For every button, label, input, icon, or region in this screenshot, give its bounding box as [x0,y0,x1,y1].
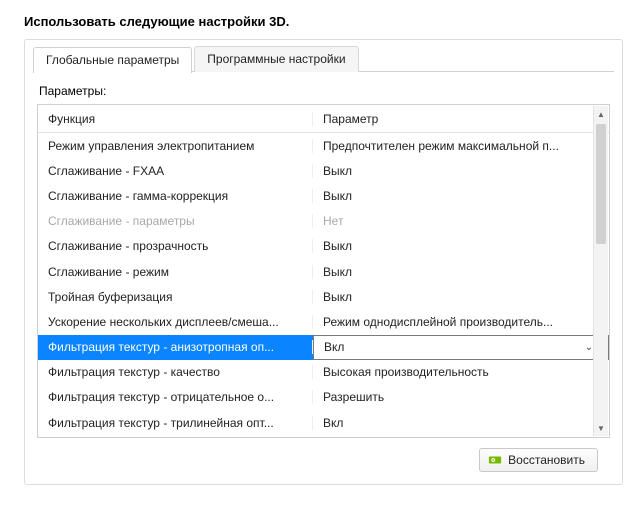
page-title: Использовать следующие настройки 3D. [0,0,643,39]
restore-button[interactable]: Восстановить [479,448,598,472]
setting-name: Сглаживание - параметры [38,214,313,228]
setting-name: Сглаживание - гамма-коррекция [38,189,313,203]
table-row[interactable]: Фильтрация текстур - трилинейная опт...В… [38,410,609,435]
setting-name: Сглаживание - прозрачность [38,239,313,253]
setting-value: Предпочтителен режим максимальной п... [313,139,609,153]
table-row[interactable]: Сглаживание - прозрачностьВыкл [38,234,609,259]
scroll-thumb[interactable] [596,124,606,244]
table-header: Функция Параметр [38,105,609,133]
scroll-up-button[interactable]: ▲ [594,106,608,122]
column-function[interactable]: Функция [38,112,313,126]
setting-value: Разрешить [313,390,609,404]
table-row[interactable]: Сглаживание - режимВыкл [38,259,609,284]
table-row[interactable]: Фильтрация текстур - отрицательное о...Р… [38,385,609,410]
setting-value: Нет [313,214,609,228]
parameters-label: Параметры: [39,84,610,98]
column-parameter[interactable]: Параметр [313,112,609,126]
footer: Восстановить [37,438,610,472]
table-row[interactable]: Сглаживание - параметрыНет [38,209,609,234]
table-row[interactable]: Фильтрация текстур - качествоВысокая про… [38,360,609,385]
tab-global[interactable]: Глобальные параметры [33,47,192,73]
restore-button-label: Восстановить [508,453,585,467]
nvidia-icon [488,453,502,467]
setting-value: Вкл [313,416,609,430]
setting-name: Фильтрация текстур - анизотропная оп... [38,340,313,354]
tab-program[interactable]: Программные настройки [194,46,358,72]
table-row[interactable]: Сглаживание - гамма-коррекцияВыкл [38,183,609,208]
setting-value-text: Вкл [324,340,344,354]
setting-value: Выкл [313,239,609,253]
scroll-down-button[interactable]: ▼ [594,420,608,436]
setting-name: Фильтрация текстур - качество [38,365,313,379]
vertical-scrollbar[interactable]: ▲ ▼ [593,106,608,436]
setting-value: Выкл [313,290,609,304]
table-row[interactable]: Ускорение нескольких дисплеев/смеша...Ре… [38,309,609,334]
setting-value: Выкл [313,164,609,178]
setting-name: Фильтрация текстур - трилинейная опт... [38,416,313,430]
table-row[interactable]: Режим управления электропитаниемПредпочт… [38,133,609,158]
setting-name: Режим управления электропитанием [38,139,313,153]
setting-name: Ускорение нескольких дисплеев/смеша... [38,315,313,329]
setting-value: Выкл [313,265,609,279]
setting-value-dropdown[interactable]: Вкл⌄ [313,335,609,360]
table-body: Режим управления электропитаниемПредпочт… [38,133,609,435]
setting-name: Сглаживание - FXAA [38,164,313,178]
setting-value: Высокая производительность [313,365,609,379]
setting-name: Сглаживание - режим [38,265,313,279]
setting-name: Фильтрация текстур - отрицательное о... [38,390,313,404]
settings-panel: Глобальные параметры Программные настрой… [24,39,623,485]
settings-table: Функция Параметр Режим управления электр… [37,104,610,438]
tab-content: Параметры: Функция Параметр Режим управл… [25,72,622,482]
setting-name: Тройная буферизация [38,290,313,304]
table-row[interactable]: Сглаживание - FXAAВыкл [38,158,609,183]
tab-bar: Глобальные параметры Программные настрой… [25,40,622,72]
table-row[interactable]: Тройная буферизацияВыкл [38,284,609,309]
table-row[interactable]: Фильтрация текстур - анизотропная оп...В… [38,335,609,360]
setting-value: Режим однодисплейной производитель... [313,315,609,329]
setting-value: Выкл [313,189,609,203]
